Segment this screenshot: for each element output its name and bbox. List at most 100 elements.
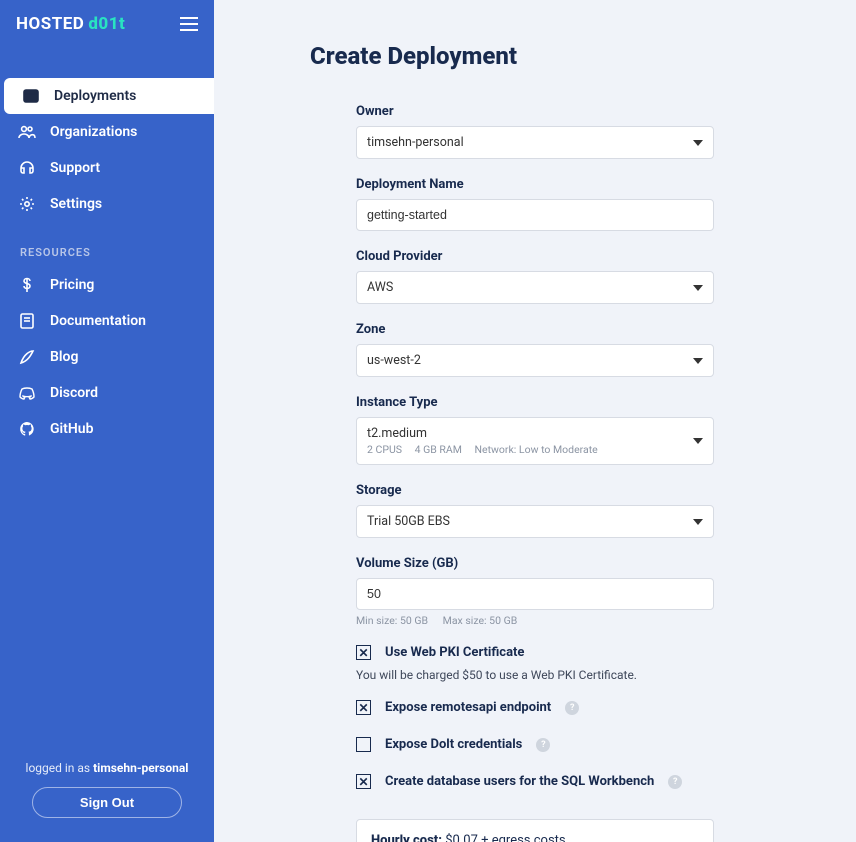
storage-field: Storage Trial 50GB EBS (356, 483, 714, 538)
sidebar-item-documentation[interactable]: Documentation (0, 303, 214, 339)
doltcreds-checkbox-row: Expose Dolt credentials ? (356, 737, 714, 752)
doltcreds-label: Expose Dolt credentials (385, 737, 522, 752)
volume-size-input[interactable] (356, 578, 714, 610)
pki-description: You will be charged $50 to use a Web PKI… (356, 668, 714, 682)
sidebar: HOSTED d01t Deployments Organizations Su… (0, 0, 214, 842)
chevron-down-icon (693, 358, 703, 364)
instance-label: Instance Type (356, 395, 714, 410)
dbusers-checkbox-row: Create database users for the SQL Workbe… (356, 774, 714, 789)
discord-icon (18, 384, 36, 402)
chevron-down-icon (693, 438, 703, 444)
owner-value: timsehn-personal (367, 135, 464, 150)
resources-nav: Pricing Documentation Blog Discord GitHu… (0, 267, 214, 447)
instance-field: Instance Type t2.medium 2 CPUS 4 GB RAM … (356, 395, 714, 465)
volume-helper: Min size: 50 GB Max size: 50 GB (356, 614, 714, 627)
owner-select[interactable]: timsehn-personal (356, 126, 714, 159)
nav-label: Settings (50, 196, 102, 212)
cloud-select[interactable]: AWS (356, 271, 714, 304)
pki-checkbox[interactable] (356, 645, 371, 660)
github-icon (18, 420, 36, 438)
chevron-down-icon (693, 519, 703, 525)
sidebar-item-organizations[interactable]: Organizations (0, 114, 214, 150)
sidebar-item-github[interactable]: GitHub (0, 411, 214, 447)
owner-label: Owner (356, 104, 714, 119)
nav-label: Blog (50, 349, 78, 365)
pki-checkbox-row: Use Web PKI Certificate (356, 645, 714, 660)
zone-label: Zone (356, 322, 714, 337)
logged-in-user: timsehn-personal (93, 761, 188, 775)
info-icon[interactable]: ? (536, 738, 550, 752)
deployments-icon (22, 87, 40, 105)
deployment-name-input[interactable] (356, 199, 714, 231)
volume-max: Max size: 50 GB (443, 614, 518, 627)
remotesapi-checkbox-row: Expose remotesapi endpoint ? (356, 700, 714, 715)
sign-out-button[interactable]: Sign Out (32, 787, 182, 818)
sidebar-item-deployments[interactable]: Deployments (4, 78, 214, 114)
menu-toggle-icon[interactable] (180, 17, 198, 31)
documentation-icon (18, 312, 36, 330)
logo[interactable]: HOSTED d01t (16, 14, 125, 34)
info-icon[interactable]: ? (565, 701, 579, 715)
nav-label: Deployments (54, 88, 136, 104)
cost-value: $0.07 + egress costs (442, 833, 566, 842)
pki-label: Use Web PKI Certificate (385, 645, 524, 660)
info-icon[interactable]: ? (668, 775, 682, 789)
doltcreds-checkbox[interactable] (356, 737, 371, 752)
storage-value: Trial 50GB EBS (367, 514, 450, 529)
chevron-down-icon (693, 285, 703, 291)
sidebar-item-settings[interactable]: Settings (0, 186, 214, 222)
remotesapi-label: Expose remotesapi endpoint (385, 700, 551, 715)
instance-cpu: 2 CPUS (367, 443, 402, 456)
dbusers-checkbox[interactable] (356, 774, 371, 789)
primary-nav: Deployments Organizations Support Settin… (0, 78, 214, 222)
main-content: Create Deployment Owner timsehn-personal… (214, 0, 856, 842)
remotesapi-checkbox[interactable] (356, 700, 371, 715)
blog-icon (18, 348, 36, 366)
sidebar-item-discord[interactable]: Discord (0, 375, 214, 411)
instance-details: 2 CPUS 4 GB RAM Network: Low to Moderate (367, 443, 693, 456)
instance-value: t2.medium (367, 426, 693, 441)
logged-in-prefix: logged in as (26, 761, 94, 775)
logo-accent: d01t (88, 14, 125, 34)
dbusers-label: Create database users for the SQL Workbe… (385, 774, 654, 789)
volume-label: Volume Size (GB) (356, 556, 714, 571)
nav-label: Organizations (50, 124, 137, 140)
cost-prefix: Hourly cost: (371, 833, 442, 842)
zone-select[interactable]: us-west-2 (356, 344, 714, 377)
zone-value: us-west-2 (367, 353, 421, 368)
zone-field: Zone us-west-2 (356, 322, 714, 377)
sidebar-item-support[interactable]: Support (0, 150, 214, 186)
logo-text: HOSTED (16, 14, 84, 34)
instance-network: Network: Low to Moderate (475, 443, 598, 456)
organizations-icon (18, 123, 36, 141)
name-label: Deployment Name (356, 177, 714, 192)
cost-summary: Hourly cost: $0.07 + egress costs (356, 819, 714, 842)
storage-label: Storage (356, 483, 714, 498)
nav-label: Pricing (50, 277, 94, 293)
volume-min: Min size: 50 GB (356, 614, 428, 627)
chevron-down-icon (693, 140, 703, 146)
support-icon (18, 159, 36, 177)
cloud-field: Cloud Provider AWS (356, 249, 714, 304)
instance-select[interactable]: t2.medium 2 CPUS 4 GB RAM Network: Low t… (356, 417, 714, 465)
volume-field: Volume Size (GB) Min size: 50 GB Max siz… (356, 556, 714, 627)
deployment-form: Owner timsehn-personal Deployment Name C… (356, 104, 714, 842)
storage-select[interactable]: Trial 50GB EBS (356, 505, 714, 538)
cloud-label: Cloud Provider (356, 249, 714, 264)
sidebar-item-blog[interactable]: Blog (0, 339, 214, 375)
page-title: Create Deployment (310, 42, 796, 70)
logged-in-text: logged in as timsehn-personal (20, 761, 194, 775)
nav-label: Documentation (50, 313, 146, 329)
nav-label: GitHub (50, 421, 93, 437)
sidebar-footer: logged in as timsehn-personal Sign Out (0, 751, 214, 842)
nav-label: Support (50, 160, 100, 176)
sidebar-item-pricing[interactable]: Pricing (0, 267, 214, 303)
owner-field: Owner timsehn-personal (356, 104, 714, 159)
name-field: Deployment Name (356, 177, 714, 231)
sidebar-header: HOSTED d01t (0, 0, 214, 48)
instance-ram: 4 GB RAM (415, 443, 462, 456)
pricing-icon (18, 276, 36, 294)
resources-heading: RESOURCES (0, 222, 214, 267)
settings-icon (18, 195, 36, 213)
nav-label: Discord (50, 385, 98, 401)
